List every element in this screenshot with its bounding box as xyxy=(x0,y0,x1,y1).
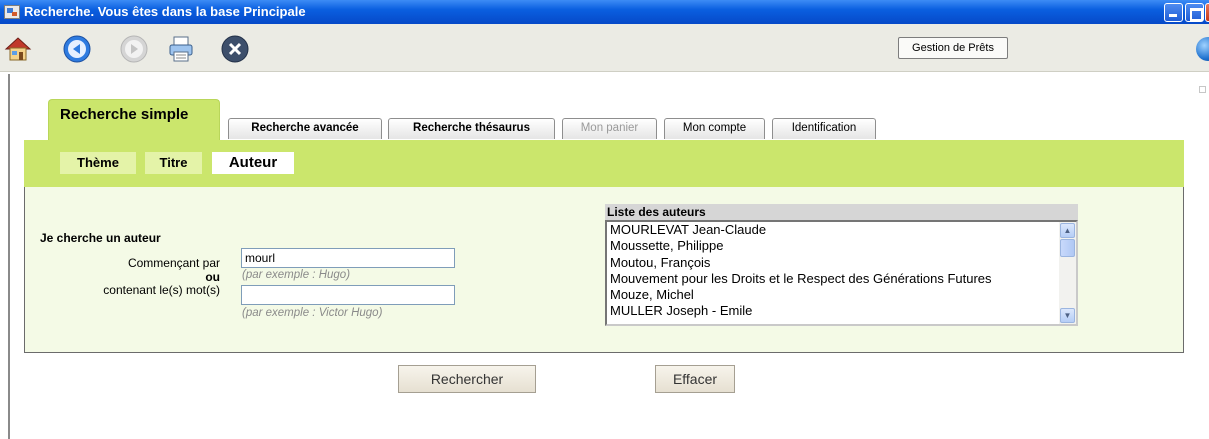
scroll-thumb[interactable] xyxy=(1060,239,1075,257)
maximize-button[interactable] xyxy=(1185,3,1204,22)
subtab-title[interactable]: Titre xyxy=(145,152,202,174)
tab-basket[interactable]: Mon panier xyxy=(562,118,657,139)
search-button[interactable]: Rechercher xyxy=(398,365,536,393)
list-item[interactable]: Mouvement pour les Droits et le Respect … xyxy=(607,271,1052,287)
tab-simple-search[interactable]: Recherche simple xyxy=(48,99,220,141)
tab-account[interactable]: Mon compte xyxy=(664,118,765,139)
author-list-title: Liste des auteurs xyxy=(605,204,1078,220)
page-scrollbar[interactable] xyxy=(1197,84,1209,439)
subtab-theme[interactable]: Thème xyxy=(60,152,136,174)
list-item[interactable]: Moussette, Philippe xyxy=(607,238,1052,254)
list-item[interactable]: Moutou, François xyxy=(607,255,1052,271)
list-item[interactable]: Mouze, Michel xyxy=(607,287,1052,303)
app-icon xyxy=(4,5,20,19)
starting-with-label: Commençant par xyxy=(127,256,220,270)
author-listbox[interactable]: MOURLEVAT Jean-Claude Moussette, Philipp… xyxy=(605,220,1078,326)
list-item[interactable]: MULLER Joseph - Emile xyxy=(607,303,1052,319)
scroll-up-icon[interactable]: ▲ xyxy=(1060,223,1075,238)
or-label: ou xyxy=(205,270,220,284)
subtab-author[interactable]: Auteur xyxy=(212,152,294,174)
minimize-button[interactable] xyxy=(1164,3,1183,22)
clear-button[interactable]: Effacer xyxy=(655,365,735,393)
containing-words-input[interactable] xyxy=(241,285,455,305)
tab-thesaurus-search[interactable]: Recherche thésaurus xyxy=(388,118,555,139)
toolbar: Gestion de Prêts xyxy=(0,24,1209,72)
containing-words-label: contenant le(s) mot(s) xyxy=(103,283,220,297)
listbox-scrollbar[interactable]: ▲ ▼ xyxy=(1059,222,1076,324)
loans-management-button[interactable]: Gestion de Prêts xyxy=(898,37,1008,59)
containing-words-hint: (par exemple : Victor Hugo) xyxy=(242,307,383,319)
print-icon[interactable] xyxy=(167,35,195,63)
scroll-down-icon[interactable]: ▼ xyxy=(1060,308,1075,323)
list-item[interactable]: MOURLEVAT Jean-Claude xyxy=(607,222,1052,238)
tab-identification[interactable]: Identification xyxy=(772,118,876,139)
window-title: Recherche. Vous êtes dans la base Princi… xyxy=(24,4,306,19)
window-close-button[interactable] xyxy=(1205,3,1209,22)
forward-icon[interactable] xyxy=(120,35,148,63)
form-heading: Je cherche un auteur xyxy=(40,231,161,245)
back-icon[interactable] xyxy=(63,35,91,63)
globe-icon[interactable] xyxy=(1196,37,1209,61)
home-icon[interactable] xyxy=(4,35,32,63)
window-title-bar: Recherche. Vous êtes dans la base Princi… xyxy=(0,0,1209,24)
starting-with-input[interactable] xyxy=(241,248,455,268)
close-icon[interactable] xyxy=(221,35,249,63)
starting-with-hint: (par exemple : Hugo) xyxy=(242,269,351,281)
tab-advanced-search[interactable]: Recherche avancée xyxy=(228,118,382,139)
